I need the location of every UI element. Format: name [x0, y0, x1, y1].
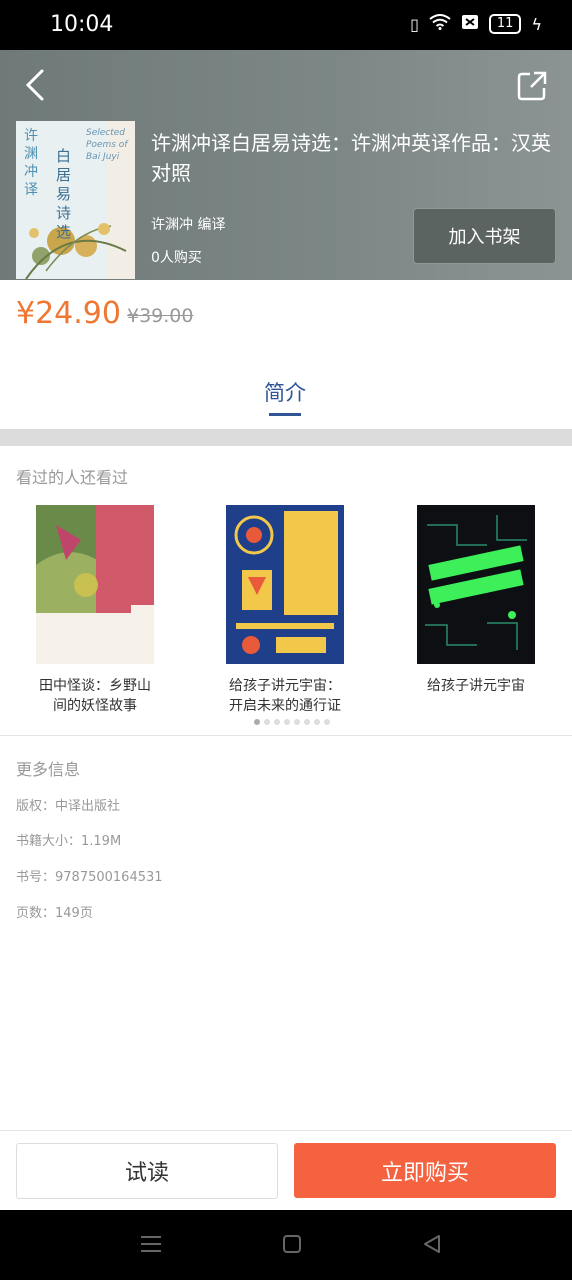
book-thumbnail [36, 505, 154, 664]
battery-icon: 11 [488, 14, 522, 34]
wifi-icon [429, 14, 451, 34]
tab-intro[interactable]: 简介 [264, 377, 306, 407]
status-time: 10:04 [50, 12, 114, 37]
book-thumbnail [226, 505, 344, 664]
info-pages: 页数：149页 [16, 906, 93, 921]
carousel-dot [314, 719, 320, 725]
cover-title-left: 许渊冲译 [24, 128, 38, 198]
share-button[interactable] [516, 70, 548, 102]
book-author: 许渊冲 编译 [151, 217, 226, 233]
info-isbn: 书号：9787500164531 [16, 870, 163, 885]
current-price: ¥24.90 [16, 296, 121, 331]
recommend-book-label: 给孩子讲元宇宙：开启未来的通行证 [229, 678, 341, 714]
vibrate-icon: ▯ [410, 14, 419, 34]
original-price: ¥39.00 [127, 305, 194, 327]
info-copyright: 版权：中译出版社 [16, 799, 121, 814]
carousel-indicator [254, 719, 330, 725]
bottom-action-bar: 试读 立即购买 [0, 1130, 572, 1211]
system-nav-bar [0, 1210, 572, 1280]
cover-title-en: Selected Poems of Bai Juyi [86, 128, 128, 162]
chevron-left-icon [25, 69, 44, 101]
divider [0, 735, 572, 736]
tab-indicator [269, 413, 301, 416]
recommend-book-label: 田中怪谈：乡野山间的妖怪故事 [39, 678, 151, 714]
book-title: 许渊冲译白居易诗选：许渊冲英译作品：汉英对照 [151, 131, 551, 185]
carousel-dot [304, 719, 310, 725]
try-read-button[interactable]: 试读 [16, 1143, 278, 1199]
share-icon [517, 71, 547, 101]
recommend-book-2[interactable]: 给孩子讲元宇宙：开启未来的通行证 [205, 505, 365, 716]
sim-blocked-icon [461, 14, 479, 34]
back-nav-icon[interactable] [422, 1234, 442, 1254]
recommend-book-label: 给孩子讲元宇宙 [427, 678, 525, 694]
recommend-title: 看过的人还看过 [16, 468, 129, 487]
carousel-dot [324, 719, 330, 725]
carousel-dot [284, 719, 290, 725]
status-bar: 10:04 ▯ 11 ϟ [0, 0, 572, 50]
status-icons: ▯ 11 ϟ [410, 14, 542, 34]
carousel-dot [254, 719, 260, 725]
carousel-dot [294, 719, 300, 725]
back-button[interactable] [22, 68, 52, 102]
buy-now-button[interactable]: 立即购买 [294, 1143, 556, 1198]
recommend-book-3[interactable]: 给孩子讲元宇宙 [396, 505, 556, 696]
carousel-dot [274, 719, 280, 725]
more-info-title: 更多信息 [16, 760, 81, 779]
carousel-dot [264, 719, 270, 725]
book-cover[interactable]: 许渊冲译 白居易诗选 Selected Poems of Bai Juyi [16, 121, 135, 279]
buyer-count: 0人购买 [151, 250, 202, 266]
add-to-shelf-button[interactable]: 加入书架 [413, 208, 556, 264]
recommend-book-1[interactable]: 田中怪谈：乡野山间的妖怪故事 [15, 505, 175, 716]
cover-title-main: 白居易诗选 [56, 147, 72, 241]
section-divider [0, 429, 572, 446]
menu-icon[interactable] [140, 1234, 162, 1254]
book-thumbnail [417, 505, 535, 664]
charging-icon: ϟ [531, 14, 542, 34]
home-icon[interactable] [282, 1234, 302, 1254]
book-header: 许渊冲译 白居易诗选 Selected Poems of Bai Juyi 许渊… [0, 50, 572, 280]
info-file-size: 书籍大小：1.19M [16, 834, 122, 849]
